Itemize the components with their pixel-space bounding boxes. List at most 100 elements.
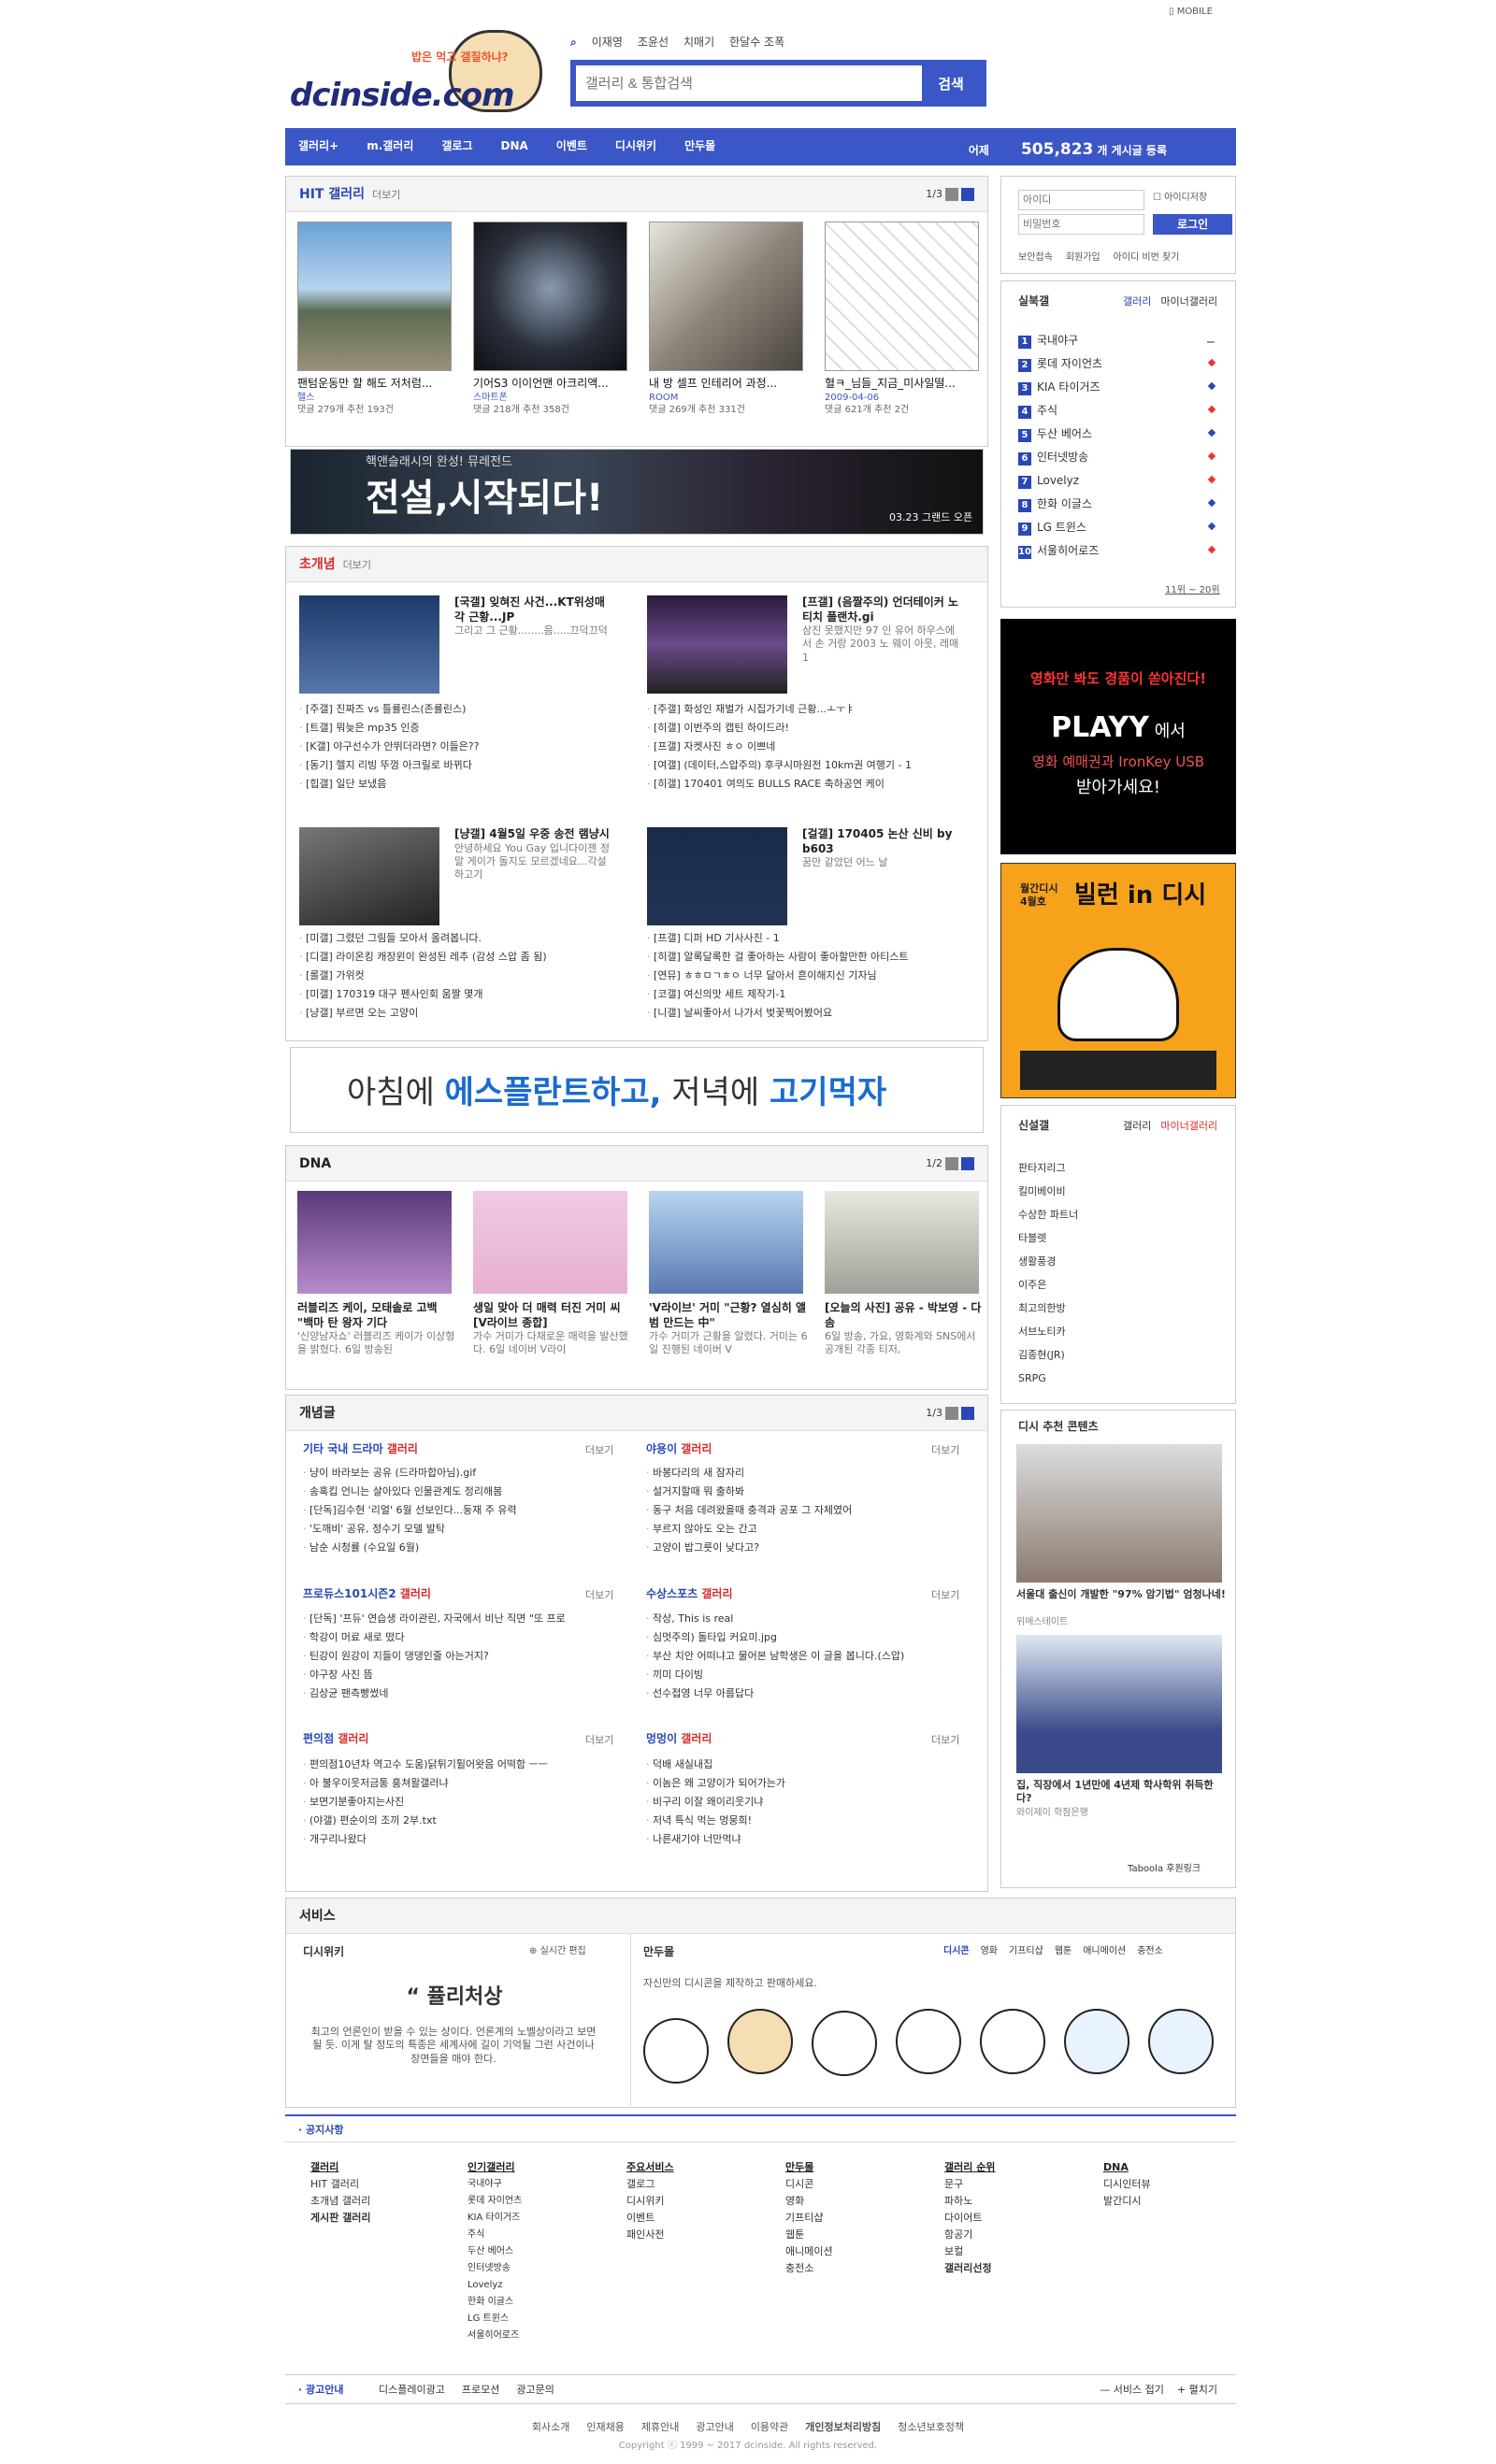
list-item[interactable]: 수상한 파트너 (1018, 1203, 1078, 1226)
more-link[interactable]: 더보기 (585, 1444, 613, 1457)
list-item[interactable]: 저녁 특식 먹는 멍뭉희! (646, 1814, 964, 1833)
list-item[interactable]: [동기] 헬지 리빙 뚜껑 아크릴로 바뀌다 (299, 759, 631, 778)
dccon-boy-icon[interactable] (980, 2009, 1045, 2074)
wiki-word[interactable]: “ 퓰리처상 (286, 1984, 623, 2012)
tab-gallery[interactable]: 갤러리 (1123, 1120, 1151, 1133)
featured-post[interactable]: [프갤] (음짤주의) 언더테이커 노 티치 플랜차.gi 삼진 못했지만 97 … (802, 595, 961, 665)
ad-monthly-dc[interactable]: 월간디시 4월호 빌런 in 디시 (1000, 863, 1236, 1098)
list-item[interactable]: [트갤] 뭐늦은 mp35 인증 (299, 722, 631, 740)
list-item[interactable]: [여갤] (데이터,스압주의) 후쿠시마원전 10km권 여행기 - 1 (647, 759, 979, 778)
tab-dccon[interactable]: 디시콘 (943, 1945, 970, 1957)
list-item[interactable]: 이주은 (1018, 1273, 1078, 1296)
rank-item[interactable]: 10 서울히어로즈 (1018, 544, 1224, 567)
notice-title[interactable]: · 공지사항 (298, 2124, 344, 2137)
list-item[interactable]: 킬미베이비 (1018, 1180, 1078, 1203)
tab-charge[interactable]: 충전소 (1137, 1945, 1163, 1957)
tab-giftshop[interactable]: 기프티샵 (1009, 1945, 1043, 1957)
list-item[interactable]: 생활풍경 (1018, 1250, 1078, 1273)
keyword-link[interactable]: 이재영 (592, 36, 623, 50)
ad-banner-mu[interactable]: 핵앤슬래시의 완성! 뮤레전드 전설,시작되다! 03.23 그랜드 오픈 (290, 449, 984, 535)
prev-icon[interactable] (945, 188, 958, 201)
rank-item[interactable]: 8 한화 이글스 (1018, 497, 1224, 521)
list-item[interactable]: [힙갤] 일단 보냈음 (299, 778, 631, 796)
rank-item[interactable]: 6 인터넷방송 (1018, 451, 1224, 474)
list-item[interactable]: 끼미 다이빙 (646, 1669, 964, 1687)
ad-banner-esplant[interactable]: 아침에 에스플란트하고, 저녁에 고기먹자 (290, 1047, 984, 1133)
keyword-link[interactable]: 한달수 조폭 (729, 36, 784, 50)
wiki-realtime-link[interactable]: ⊕ 실시간 편집 (529, 1945, 586, 1957)
footer-link[interactable]: 제휴안내 (641, 2421, 679, 2433)
footer-link[interactable]: 이용약관 (751, 2421, 788, 2433)
ad-inquiry-link[interactable]: 광고문의 (516, 2384, 554, 2397)
recommend-title[interactable]: 집, 직장에서 1년만에 4년제 학사학위 취득한다? (1016, 1779, 1227, 1806)
more-link[interactable]: 더보기 (931, 1444, 959, 1457)
list-item[interactable]: [히갤] 알록달록한 걸 좋아하는 사람이 좋아할만한 아티스트 (647, 951, 979, 969)
list-item[interactable]: (야갤) 편순이의 조끼 2부.txt (303, 1814, 621, 1833)
footer-link[interactable]: 청소년보호정책 (898, 2421, 964, 2433)
more-link[interactable]: 더보기 (343, 559, 371, 571)
list-item[interactable]: 판타지리그 (1018, 1156, 1078, 1180)
tab-movie[interactable]: 영화 (981, 1945, 998, 1957)
list-item[interactable]: 틴강이 원강이 지들이 댕댕인줄 아는거지? (303, 1650, 621, 1669)
list-item[interactable]: 개구리나왔다 (303, 1833, 621, 1852)
tab-animation[interactable]: 애니메이션 (1083, 1945, 1126, 1957)
gallery-group-title[interactable]: 수상스포츠 갤러리 (646, 1587, 733, 1602)
dccon-mandu-icon[interactable] (643, 2018, 709, 2084)
list-item[interactable]: 김종현(JR) (1018, 1343, 1078, 1367)
list-item[interactable]: 학강이 머료 새로 떴다 (303, 1631, 621, 1650)
more-link[interactable]: 더보기 (372, 189, 400, 201)
post-thumbnail[interactable] (647, 595, 787, 694)
list-item[interactable]: 작상, This is real (646, 1612, 964, 1631)
tab-webtoon[interactable]: 웹툰 (1055, 1945, 1072, 1957)
rank-more-link[interactable]: 11위 ~ 20위 (1165, 584, 1220, 596)
list-item[interactable]: [주갤] 진짜즈 vs 틀률린스(존률린스) (299, 703, 631, 722)
list-item[interactable]: 아 불우이웃저금통 훔쳐왈갤러냐 (303, 1777, 621, 1796)
more-link[interactable]: 더보기 (931, 1734, 959, 1747)
list-item[interactable]: 이놈은 왜 고양이가 되어가는가 (646, 1777, 964, 1796)
list-item[interactable]: 부르지 않아도 오는 간고 (646, 1523, 964, 1541)
rank-item[interactable]: 9 LG 트윈스 (1018, 521, 1224, 544)
next-icon[interactable] (961, 1157, 974, 1170)
nav-wiki[interactable]: 디시위키 (615, 139, 656, 154)
gallery-group-title[interactable]: 야용이 갤러리 (646, 1442, 712, 1457)
list-item[interactable]: SRPG (1018, 1367, 1078, 1390)
dccon-soccer-icon[interactable] (896, 2009, 961, 2074)
next-icon[interactable] (961, 188, 974, 201)
list-item[interactable]: 최고의한방 (1018, 1296, 1078, 1320)
secure-login-link[interactable]: 보안접속 (1018, 251, 1053, 264)
search-button[interactable]: 검색 (923, 65, 979, 101)
prev-icon[interactable] (945, 1407, 958, 1420)
promotion-link[interactable]: 프로모션 (462, 2384, 499, 2397)
rank-item[interactable]: 1 국내야구 (1018, 334, 1224, 357)
dna-card[interactable]: [오늘의 사진] 공유 - 박보영 - 다솜 6일 방송, 가요, 영화계와 SN… (825, 1191, 984, 1357)
list-item[interactable]: 편의점10년차 역고수 도움)닭튀기튈어왓음 어떡함 ㅡㅡ (303, 1758, 621, 1777)
keyword-link[interactable]: 치매기 (683, 36, 714, 50)
list-item[interactable]: 야구장 사진 뜸 (303, 1669, 621, 1687)
list-item[interactable]: 선수접영 너무 아름답다 (646, 1687, 964, 1706)
list-item[interactable]: 고양이 밥그릇이 낮다고? (646, 1541, 964, 1560)
tab-minor-gallery[interactable]: 마이너갤러리 (1160, 1120, 1217, 1133)
list-item[interactable]: 송혹킵 언니는 살아있다 인물관계도 정리해봄 (303, 1485, 621, 1504)
nav-dna[interactable]: DNA (501, 139, 528, 154)
list-item[interactable]: [연뮤] ㅎㅎㅁㄱㅎㅇ 너무 달아서 흔이해지신 기자님 (647, 969, 979, 988)
list-item[interactable]: [단독] '프듀' 연습생 라이관린, 자국에서 비난 직면 "또 프로 (303, 1612, 621, 1631)
list-item[interactable]: [디갤] 라이온킹 캐장윈이 완성된 레추 (감성 스압 좀 됨) (299, 951, 631, 969)
dccon-cry-icon[interactable] (1148, 2009, 1214, 2074)
list-item[interactable]: '도깨비' 공유, 정수기 모델 발탁 (303, 1523, 621, 1541)
list-item[interactable]: [미갤] 170319 대구 펜사인회 움짤 몇개 (299, 988, 631, 1007)
list-item[interactable]: [코갤] 여신의맛 세트 제작기-1 (647, 988, 979, 1007)
post-thumbnail[interactable] (647, 827, 787, 925)
list-item[interactable]: 심멋주의) 돌타입 커요미.jpg (646, 1631, 964, 1650)
hit-card[interactable]: 팬텀운동만 할 해도 저처럼... 헬스 댓글 279개 추천 193건 (297, 222, 452, 416)
recommend-thumbnail[interactable] (1016, 1444, 1222, 1583)
list-item[interactable]: [K갤] 야구선수가 안뛰더라면? 이들은?? (299, 740, 631, 759)
display-ad-link[interactable]: 디스플레이광고 (379, 2384, 445, 2397)
rank-item[interactable]: 7 Lovelyz (1018, 474, 1224, 497)
featured-post[interactable]: [국갤] 잊혀진 사건...KT위성매각 근황...JP 그리고 그 근황....… (454, 595, 613, 637)
collapse-button[interactable]: — 서비스 접기 (1100, 2384, 1164, 2397)
recommend-title[interactable]: 서울대 출신이 개발한 "97% 암기법" 엄청나네! (1016, 1588, 1227, 1601)
save-id-checkbox[interactable]: ☐ 아이디저장 (1153, 192, 1207, 204)
footer-link[interactable]: 회사소개 (532, 2421, 569, 2433)
nav-mall[interactable]: 만두몰 (684, 139, 715, 154)
dna-card[interactable]: 'V라이브' 거미 "근황? 열심히 앨범 만드는 中" 가수 거미가 근황을 알… (649, 1191, 808, 1357)
